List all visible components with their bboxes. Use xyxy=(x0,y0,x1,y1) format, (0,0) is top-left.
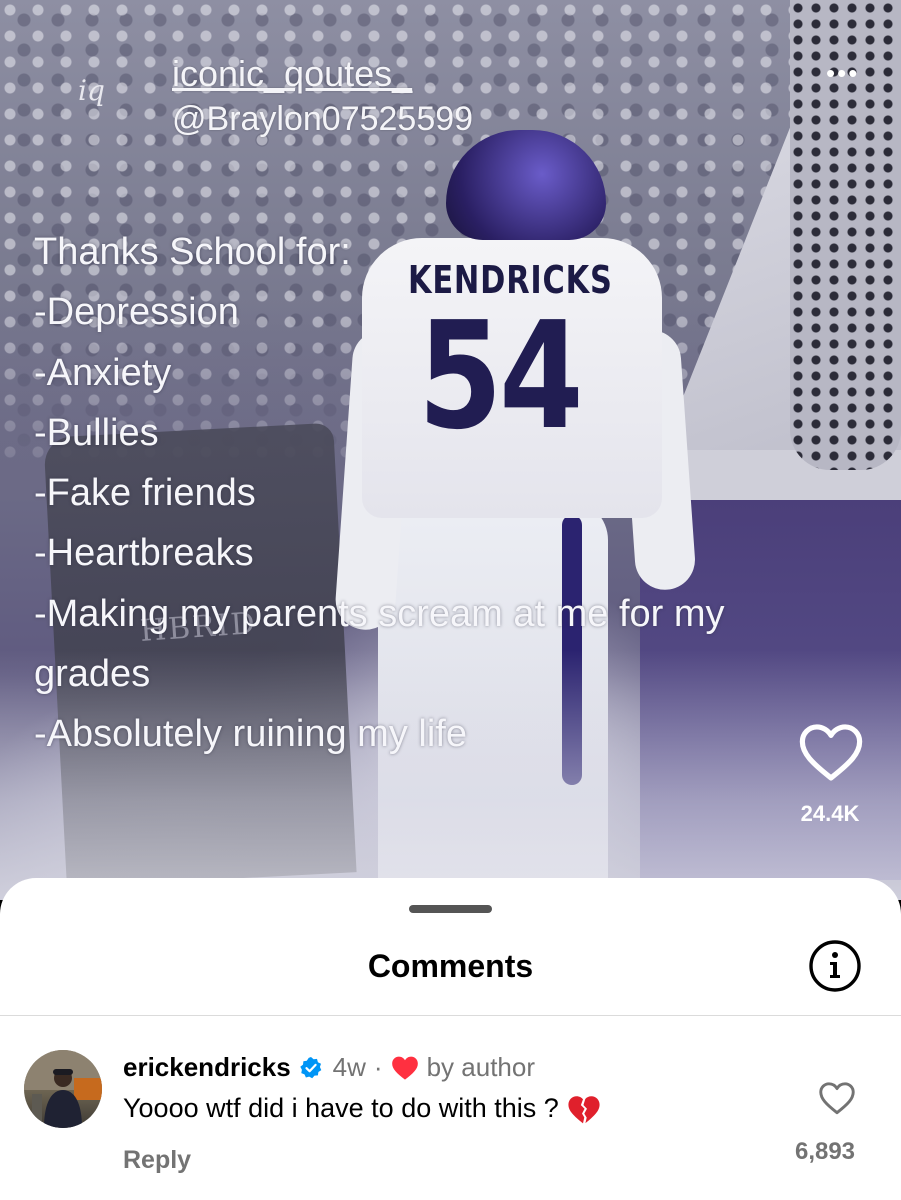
info-circle-icon[interactable] xyxy=(808,939,862,993)
comment-text: Yoooo wtf did i have to do with this ? xyxy=(123,1093,601,1126)
separator-dot: · xyxy=(373,1052,383,1082)
post-caption: Thanks School for: -Depression -Anxiety … xyxy=(34,222,854,765)
comment-username[interactable]: erickendricks xyxy=(123,1052,291,1083)
caption-line: -Making my parents scream at me for my xyxy=(34,592,725,635)
caption-line: -Anxiety xyxy=(34,351,172,394)
comment-body: Yoooo wtf did i have to do with this ? xyxy=(123,1093,559,1123)
caption-line: -Absolutely ruining my life xyxy=(34,713,467,756)
account-logo: iq xyxy=(78,74,105,107)
caption-line: -Fake friends xyxy=(34,472,256,515)
caption-line: Thanks School for: xyxy=(34,231,351,273)
comment-time: 4w xyxy=(332,1052,366,1082)
liked-by-author-label: by author xyxy=(426,1052,535,1082)
broken-heart-icon xyxy=(568,1096,600,1124)
divider xyxy=(0,1015,901,1016)
heart-outline-icon[interactable] xyxy=(798,722,864,782)
sheet-drag-handle[interactable] xyxy=(409,905,492,913)
avatar[interactable] xyxy=(24,1050,102,1128)
caption-line: -Bullies xyxy=(34,411,159,454)
post-username[interactable]: iconic_qoutes_ xyxy=(172,53,412,95)
heart-outline-icon[interactable] xyxy=(818,1081,856,1115)
post-like-count: 24.4K xyxy=(800,801,860,826)
verified-badge-icon xyxy=(299,1056,321,1078)
red-heart-icon xyxy=(391,1056,418,1080)
comment-like-count: 6,893 xyxy=(794,1138,856,1165)
more-options-icon[interactable]: ••• xyxy=(826,58,859,89)
post-handle: @Braylon07525599 xyxy=(172,100,474,138)
comment-header: erickendricks 4w · by author xyxy=(123,1052,535,1083)
reply-button[interactable]: Reply xyxy=(123,1146,191,1175)
comments-sheet: Comments erickendricks 4w · by author Yo… xyxy=(0,878,901,1200)
caption-line: grades xyxy=(34,653,151,696)
caption-line: -Depression xyxy=(34,291,239,334)
caption-line: -Heartbreaks xyxy=(34,532,254,575)
comments-title: Comments xyxy=(367,948,534,984)
